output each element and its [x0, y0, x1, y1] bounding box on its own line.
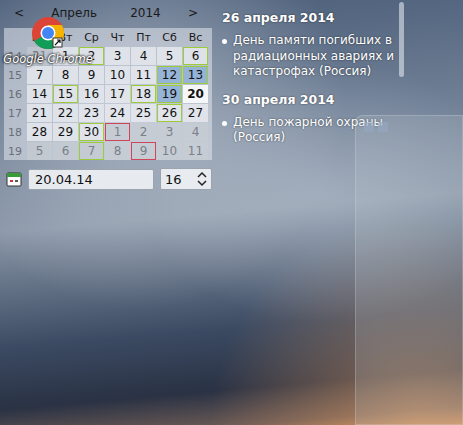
- month-nav: <Апрель2014>: [4, 6, 212, 20]
- day-cell[interactable]: 17: [105, 85, 130, 103]
- weekday-header: Пт: [131, 28, 156, 46]
- week-number: 19: [4, 142, 26, 160]
- day-cell[interactable]: 7: [27, 66, 52, 84]
- shortcut-label[interactable]: Google Chrome: [3, 52, 93, 66]
- bullet-icon: [222, 39, 227, 44]
- background-window[interactable]: [355, 115, 463, 425]
- desktop: <Апрель2014>ПнВтСрЧтПтСбВс14311234561578…: [0, 0, 463, 425]
- day-cell[interactable]: 1: [105, 123, 130, 141]
- day-cell[interactable]: 18: [131, 85, 156, 103]
- hour-spinner[interactable]: 16: [160, 168, 212, 190]
- event-date: 30 апреля 2014: [222, 92, 394, 107]
- day-cell[interactable]: 12: [157, 66, 182, 84]
- day-cell[interactable]: 19: [157, 85, 182, 103]
- year-label[interactable]: 2014: [120, 6, 171, 20]
- window-button-icon[interactable]: [378, 122, 388, 132]
- date-field[interactable]: 20.04.14: [28, 169, 154, 190]
- day-cell[interactable]: 4: [183, 123, 208, 141]
- day-cell[interactable]: 20: [183, 85, 208, 103]
- day-cell[interactable]: 29: [53, 123, 78, 141]
- desktop-shortcut[interactable]: Google Chrome: [4, 16, 92, 66]
- bullet-icon: [222, 121, 227, 126]
- day-cell[interactable]: 5: [157, 47, 182, 65]
- day-cell[interactable]: 10: [157, 142, 182, 160]
- day-cell[interactable]: 9: [131, 142, 156, 160]
- calendar-widget: <Апрель2014>ПнВтСрЧтПтСбВс14311234561578…: [0, 0, 212, 190]
- day-cell[interactable]: 15: [53, 85, 78, 103]
- day-cell[interactable]: 3: [157, 123, 182, 141]
- day-cell[interactable]: 22: [53, 104, 78, 122]
- day-cell[interactable]: 27: [183, 104, 208, 122]
- day-cell[interactable]: 14: [27, 85, 52, 103]
- day-cell[interactable]: 4: [131, 47, 156, 65]
- day-cell[interactable]: 21: [27, 104, 52, 122]
- day-cell[interactable]: 2: [131, 123, 156, 141]
- calendar-icon[interactable]: [6, 171, 22, 187]
- prev-button[interactable]: <: [10, 6, 28, 20]
- day-cell[interactable]: 3: [105, 47, 130, 65]
- day-cell[interactable]: 6: [53, 142, 78, 160]
- day-cell[interactable]: 25: [131, 104, 156, 122]
- spin-arrows-icon[interactable]: [197, 171, 207, 187]
- day-cell[interactable]: 7: [79, 142, 104, 160]
- day-cell[interactable]: 5: [27, 142, 52, 160]
- day-cell[interactable]: 13: [183, 66, 208, 84]
- week-number: 18: [4, 123, 26, 141]
- day-cell[interactable]: 10: [105, 66, 130, 84]
- day-cell[interactable]: 16: [79, 85, 104, 103]
- day-cell[interactable]: 6: [183, 47, 208, 65]
- day-cell[interactable]: 23: [79, 104, 104, 122]
- corner-cell: [4, 28, 26, 46]
- event-date: 26 апреля 2014: [222, 10, 394, 25]
- day-cell[interactable]: 9: [79, 66, 104, 84]
- next-button[interactable]: >: [184, 6, 202, 20]
- date-row: 20.04.14 16: [4, 168, 212, 190]
- day-cell[interactable]: 30: [79, 123, 104, 141]
- day-cell[interactable]: 24: [105, 104, 130, 122]
- week-number: 16: [4, 85, 26, 103]
- event-group: 26 апреля 2014 День памяти погибших в рад…: [222, 10, 394, 80]
- weekday-header: Чт: [105, 28, 130, 46]
- calendar-grid: ПнВтСрЧтПтСбВс14311234561578910111213161…: [4, 28, 212, 160]
- day-cell[interactable]: 11: [183, 142, 208, 160]
- weekday-header: Ср: [79, 28, 104, 46]
- scroll-thumb[interactable]: [399, 2, 404, 77]
- chrome-icon[interactable]: [31, 16, 65, 50]
- window-button-icon[interactable]: [364, 122, 374, 132]
- event-item: День памяти погибших в радиационных авар…: [222, 33, 394, 80]
- day-cell[interactable]: 8: [105, 142, 130, 160]
- week-number: 15: [4, 66, 26, 84]
- week-number: 17: [4, 104, 26, 122]
- day-cell[interactable]: 28: [27, 123, 52, 141]
- weekday-header: Вс: [183, 28, 208, 46]
- weekday-header: Сб: [157, 28, 182, 46]
- day-cell[interactable]: 11: [131, 66, 156, 84]
- day-cell[interactable]: 26: [157, 104, 182, 122]
- day-cell[interactable]: 8: [53, 66, 78, 84]
